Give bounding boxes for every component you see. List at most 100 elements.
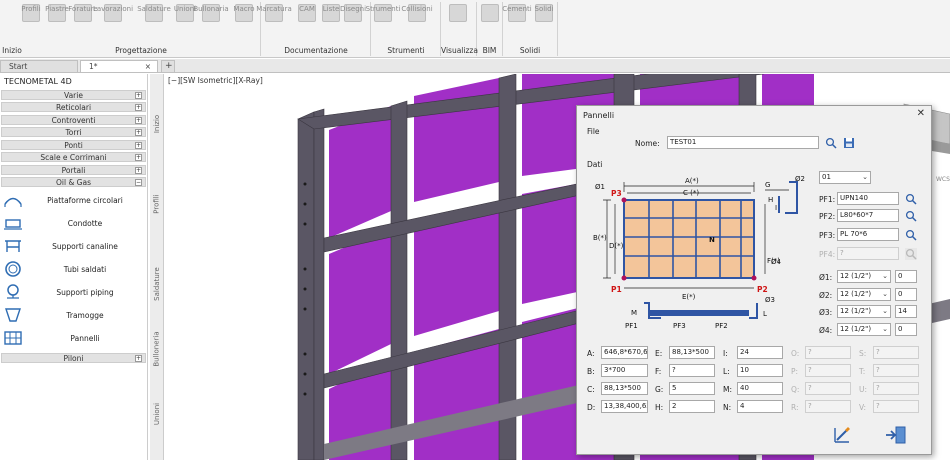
ribbon-separator — [557, 2, 558, 56]
bottom-section — [644, 302, 758, 319]
cam-button[interactable]: CAM — [298, 2, 316, 36]
hole2-count-field[interactable]: 0 — [895, 288, 917, 301]
name-label: Nome: — [635, 139, 660, 148]
param-h-field[interactable]: 2 — [669, 400, 715, 413]
category-piloni[interactable]: Piloni + — [1, 353, 146, 363]
close-icon[interactable]: ✕ — [917, 108, 925, 119]
tab-document[interactable]: 1* × — [80, 60, 158, 72]
expand-icon: + — [135, 104, 142, 111]
pf1-diagram-label: PF1 — [625, 322, 638, 330]
piastre-button[interactable]: Piastre — [45, 2, 69, 36]
vtab-inizio[interactable]: Inizio — [150, 104, 164, 144]
hole1-count-field[interactable]: 0 — [895, 270, 917, 283]
name-field[interactable]: TEST01 — [667, 136, 819, 149]
strumenti-button[interactable]: Strumenti — [366, 2, 400, 36]
item-tramogge[interactable]: Tramogge — [2, 305, 146, 325]
bullonaria-button[interactable]: Bullonaria — [193, 2, 229, 36]
forature-button[interactable]: Forature — [68, 2, 98, 36]
category-oil-gas[interactable]: Oil & Gas − — [1, 177, 146, 187]
liste-button[interactable]: Liste — [322, 2, 340, 36]
saldature-button[interactable]: Saldature — [137, 2, 171, 36]
marcatura-button[interactable]: Marcatura — [256, 2, 292, 36]
pf2-field[interactable]: L80*60*7 — [837, 209, 899, 222]
vtab-bulloneria[interactable]: Bulloneria — [150, 314, 164, 384]
param-n-field[interactable]: 4 — [737, 400, 783, 413]
param-f-label: F: — [655, 367, 662, 376]
search-icon[interactable] — [905, 193, 917, 205]
param-o-label: O: — [791, 349, 800, 358]
pf1-field[interactable]: UPN140 — [837, 192, 899, 205]
profili-button[interactable]: Profili — [21, 2, 41, 36]
expand-icon: + — [135, 129, 142, 136]
collisioni-button[interactable]: Collisioni — [401, 2, 433, 36]
side-section — [778, 181, 798, 214]
save-icon[interactable] — [843, 137, 855, 149]
hole4-count-field[interactable]: 0 — [895, 323, 917, 336]
new-tab-button[interactable]: + — [161, 60, 175, 72]
expand-icon: + — [135, 154, 142, 161]
vtab-profili[interactable]: Profili — [150, 179, 164, 229]
param-b-label: B: — [587, 367, 595, 376]
param-a-field[interactable]: 646,8*670,655 — [601, 346, 648, 359]
param-b-field[interactable]: 3*700 — [601, 364, 648, 377]
param-d-field[interactable]: 13,38,400,63,5 — [601, 400, 648, 413]
unioni-button[interactable]: Unioni — [174, 2, 196, 36]
param-c-field[interactable]: 88,13*500 — [601, 382, 648, 395]
solidi-button[interactable]: Solidi — [535, 2, 554, 36]
vtab-unioni[interactable]: Unioni — [150, 394, 164, 434]
dim-b-label: B(*) — [593, 234, 607, 242]
param-l-field[interactable]: 10 — [737, 364, 783, 377]
preset-select[interactable]: 01 ⌄ — [819, 171, 871, 184]
category-portali[interactable]: Portali + — [1, 165, 146, 175]
dim-a-label: A(*) — [685, 177, 699, 185]
collapse-icon: − — [135, 179, 142, 186]
ribbon: Profili Piastre Forature Lavorazioni Sal… — [0, 0, 950, 58]
hole1-size-select[interactable]: 12 (1/2") ⌄ — [837, 270, 891, 283]
param-g-label: G: — [655, 385, 664, 394]
hole3-count-field[interactable]: 14 — [895, 305, 917, 318]
item-pannelli[interactable]: Pannelli — [2, 328, 146, 348]
search-icon[interactable] — [905, 229, 917, 241]
wcs-label: WCS — [936, 176, 950, 183]
vertical-tab-strip: Inizio Profili Saldature Bulloneria Unio… — [150, 74, 164, 460]
category-ponti[interactable]: Ponti + — [1, 140, 146, 150]
pipe-support-icon — [7, 284, 19, 299]
hole2-size-select[interactable]: 12 (1/2") ⌄ — [837, 288, 891, 301]
item-condotte[interactable]: Condotte — [2, 213, 146, 233]
viewport-title[interactable]: [−][SW Isometric][X-Ray] — [168, 76, 263, 85]
visualizza-button[interactable] — [449, 2, 467, 36]
category-controventi[interactable]: Controventi + — [1, 115, 146, 125]
category-scale-corrimani[interactable]: Scale e Corrimani + — [1, 152, 146, 162]
param-i-field[interactable]: 24 — [737, 346, 783, 359]
category-torri[interactable]: Torri + — [1, 127, 146, 137]
lavorazioni-button[interactable]: Lavorazioni — [93, 2, 133, 36]
search-icon[interactable] — [905, 210, 917, 222]
item-piattaforme-circolari[interactable]: Piattaforme circolari — [2, 190, 146, 210]
search-icon[interactable] — [825, 137, 837, 149]
hole4-size-select[interactable]: 12 (1/2") ⌄ — [837, 323, 891, 336]
tab-start[interactable]: Start — [0, 60, 78, 72]
item-supporti-piping[interactable]: Supporti piping — [2, 282, 146, 302]
macro-button[interactable]: Macro — [233, 2, 255, 36]
category-varie[interactable]: Varie + — [1, 90, 146, 100]
param-s-field: ? — [873, 346, 919, 359]
circular-platform-icon — [4, 197, 22, 207]
disegni-button[interactable]: Disegni — [340, 2, 366, 36]
cementi-button[interactable]: Cementi — [502, 2, 532, 36]
category-reticolari[interactable]: Reticolari + — [1, 102, 146, 112]
insert-icon[interactable] — [885, 425, 907, 445]
param-e-field[interactable]: 88,13*500 — [669, 346, 715, 359]
pf3-field[interactable]: PL 70*6 — [837, 228, 899, 241]
bim-button[interactable] — [481, 2, 499, 36]
dialog-title: Pannelli — [583, 111, 615, 120]
param-t-label: T: — [859, 367, 866, 376]
hole3-size-select[interactable]: 12 (1/2") ⌄ — [837, 305, 891, 318]
apply-drawing-icon[interactable] — [833, 426, 851, 444]
item-supporti-canaline[interactable]: Supporti canaline — [2, 236, 146, 256]
param-f-field[interactable]: ? — [669, 364, 715, 377]
param-g-field[interactable]: 5 — [669, 382, 715, 395]
close-icon[interactable]: × — [145, 62, 151, 71]
item-tubi-saldati[interactable]: Tubi saldati — [2, 259, 146, 279]
param-m-field[interactable]: 40 — [737, 382, 783, 395]
vtab-saldature[interactable]: Saldature — [150, 249, 164, 319]
